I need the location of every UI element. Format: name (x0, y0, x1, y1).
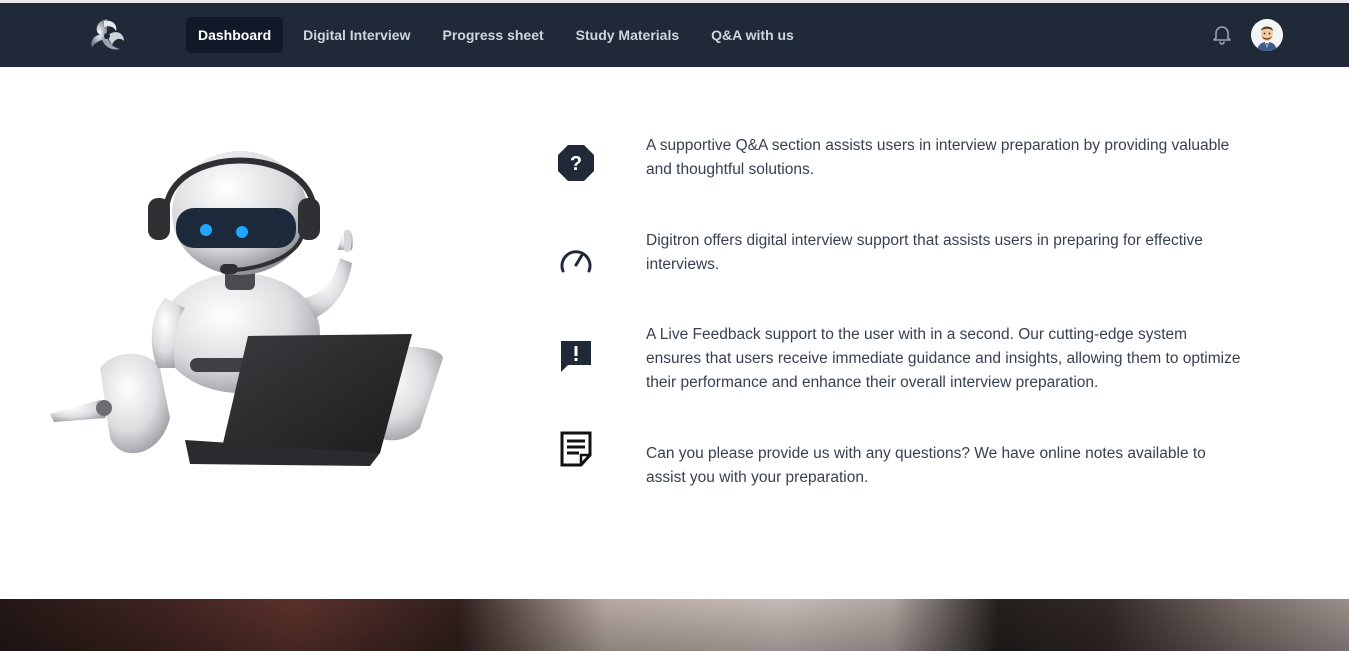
user-avatar[interactable] (1251, 19, 1283, 51)
top-navbar: Dashboard Digital Interview Progress she… (0, 3, 1349, 67)
feature-notes: Can you please provide us with any quest… (557, 430, 1247, 500)
nav-dashboard[interactable]: Dashboard (186, 17, 284, 53)
feedback-chat-icon (557, 337, 595, 375)
nav-study-materials[interactable]: Study Materials (564, 17, 691, 53)
feature-digital-interview: Digitron offers digital interview suppor… (557, 229, 1247, 289)
question-octagon-icon: ? (557, 144, 595, 182)
notes-icon (557, 430, 595, 468)
feature-digital-interview-text: Digitron offers digital interview suppor… (646, 232, 1203, 273)
nav-digital-interview[interactable]: Digital Interview (291, 17, 422, 53)
speedometer-icon (557, 241, 595, 279)
hero-image-overlay (0, 599, 1349, 651)
bell-icon[interactable] (1210, 23, 1234, 47)
nav-progress-sheet[interactable]: Progress sheet (430, 17, 555, 53)
robot-illustration (40, 118, 460, 478)
nav-qa-with-us[interactable]: Q&A with us (699, 17, 806, 53)
feature-live-feedback: A Live Feedback support to the user with… (557, 323, 1247, 403)
feature-notes-text: Can you please provide us with any quest… (646, 445, 1206, 486)
feature-qa: ? A supportive Q&A section assists users… (557, 134, 1247, 194)
app-logo[interactable] (86, 15, 128, 55)
feature-live-feedback-text: A Live Feedback support to the user with… (646, 326, 1241, 391)
svg-text:?: ? (570, 153, 582, 175)
nav-menu: Dashboard Digital Interview Progress she… (186, 17, 806, 53)
feature-qa-text: A supportive Q&A section assists users i… (646, 137, 1230, 178)
